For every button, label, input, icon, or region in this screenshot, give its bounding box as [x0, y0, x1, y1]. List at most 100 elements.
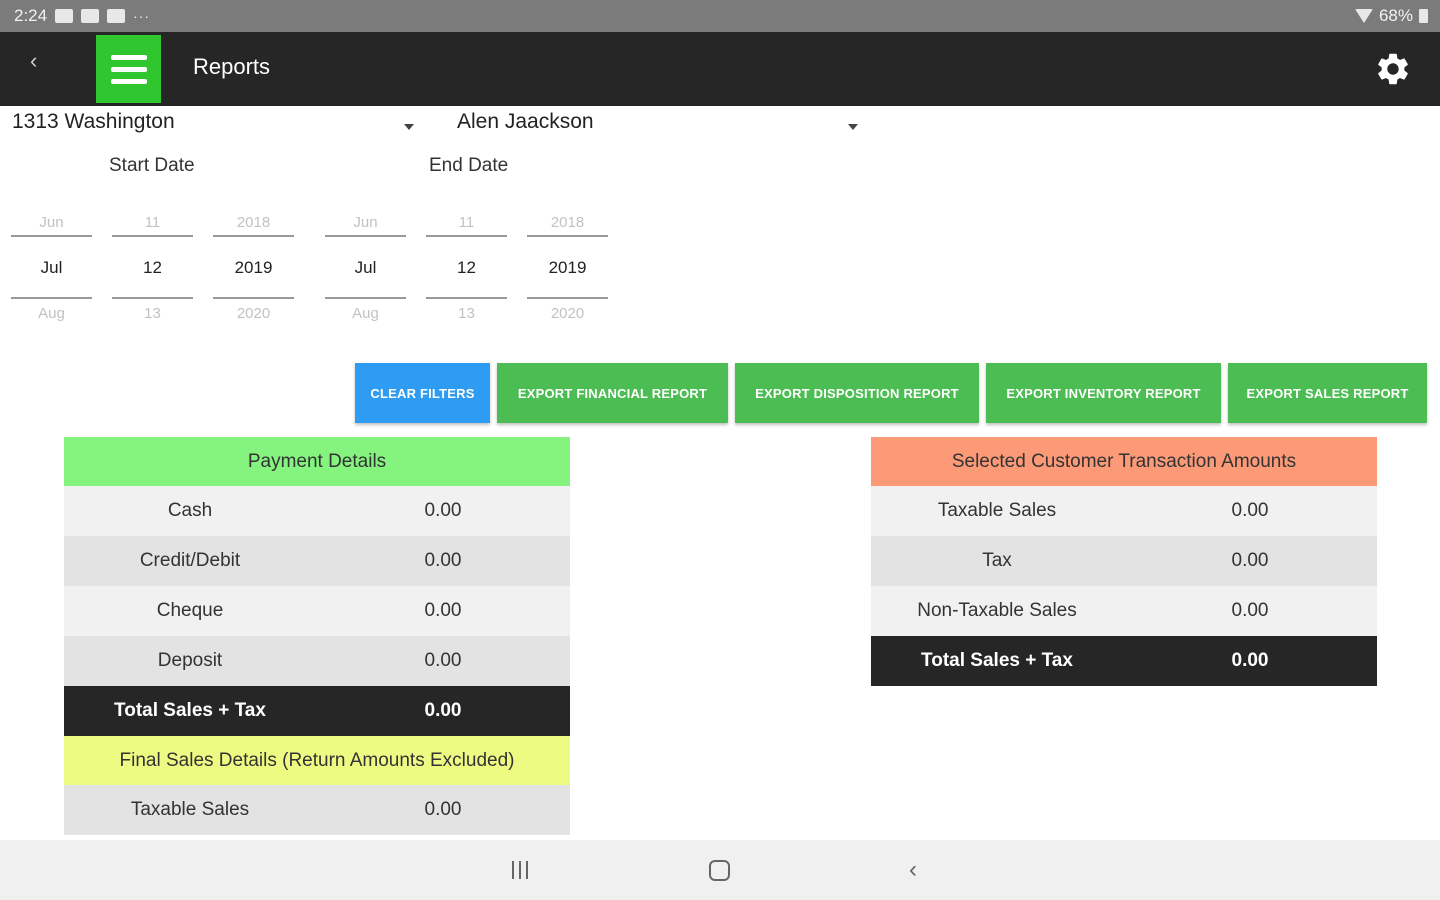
row-label: Taxable Sales — [130, 799, 250, 820]
row-value: 0.00 — [1231, 550, 1269, 571]
picker-divider — [426, 297, 507, 299]
picker-divider — [325, 235, 406, 237]
final-sales-header: Final Sales Details (Return Amounts Excl… — [64, 736, 570, 785]
recent-apps-icon[interactable] — [512, 861, 528, 879]
row-label: Cheque — [156, 600, 224, 621]
table-row: Taxable Sales 0.00 — [64, 785, 570, 835]
picker-divider — [213, 235, 294, 237]
picker-next-value[interactable]: Aug — [325, 305, 406, 322]
row-value: 0.00 — [424, 550, 462, 571]
home-icon[interactable] — [709, 860, 730, 881]
total-label: Total Sales + Tax — [114, 700, 266, 721]
customer-transaction-table: Selected Customer Transaction Amounts Ta… — [871, 437, 1377, 686]
status-time: 2:24 — [14, 6, 48, 25]
row-label: Deposit — [157, 650, 223, 671]
dropdown-caret-icon — [404, 124, 414, 130]
picker-next-value[interactable]: 2020 — [527, 305, 608, 322]
picker-prev-value[interactable]: 11 — [112, 214, 193, 231]
start-day-picker[interactable]: 11 12 13 — [112, 200, 193, 330]
picker-prev-value[interactable]: Jun — [11, 214, 92, 231]
row-value: 0.00 — [424, 600, 462, 621]
picker-divider — [527, 297, 608, 299]
row-label: Cash — [167, 500, 213, 521]
picker-next-value[interactable]: 13 — [426, 305, 507, 322]
total-value: 0.00 — [1231, 650, 1269, 671]
total-row: Total Sales + Tax 0.00 — [871, 636, 1377, 686]
dropdown-caret-icon — [848, 124, 858, 130]
picker-divider — [11, 297, 92, 299]
row-label: Tax — [982, 550, 1012, 571]
payment-details-table: Payment Details Cash 0.00 Credit/Debit 0… — [64, 437, 570, 835]
picker-current-value[interactable]: 12 — [112, 258, 193, 278]
export-inventory-report-button[interactable]: EXPORT INVENTORY REPORT — [986, 363, 1221, 423]
row-value: 0.00 — [1231, 600, 1269, 621]
app-bar: ‹ Reports — [0, 32, 1440, 106]
table-row: Deposit 0.00 — [64, 636, 570, 686]
picker-current-value[interactable]: Jul — [11, 258, 92, 278]
picker-divider — [325, 297, 406, 299]
row-value: 0.00 — [424, 500, 462, 521]
picker-divider — [426, 235, 507, 237]
picker-divider — [112, 297, 193, 299]
picker-next-value[interactable]: Aug — [11, 305, 92, 322]
picker-next-value[interactable]: 2020 — [213, 305, 294, 322]
customer-select[interactable]: Alen Jaackson — [457, 110, 861, 144]
status-left: 2:24 ··· — [14, 6, 150, 26]
row-label: Non-Taxable Sales — [917, 600, 1077, 621]
location-select[interactable]: 1313 Washington — [12, 110, 418, 144]
picker-divider — [213, 297, 294, 299]
table-row: Taxable Sales 0.00 — [871, 486, 1377, 536]
payment-details-header: Payment Details — [64, 437, 570, 486]
total-value: 0.00 — [424, 700, 462, 721]
picker-current-value[interactable]: Jul — [325, 258, 406, 278]
total-row: Total Sales + Tax 0.00 — [64, 686, 570, 736]
picker-current-value[interactable]: 2019 — [213, 258, 294, 278]
picker-next-value[interactable]: 13 — [112, 305, 193, 322]
row-label: Credit/Debit — [139, 550, 241, 571]
customer-transaction-header: Selected Customer Transaction Amounts — [871, 437, 1377, 486]
youtube-icon — [107, 9, 126, 23]
table-row: Tax 0.00 — [871, 536, 1377, 586]
row-value: 0.00 — [424, 799, 462, 820]
menu-icon[interactable] — [96, 35, 161, 103]
clear-filters-button[interactable]: CLEAR FILTERS — [355, 363, 490, 423]
picker-prev-value[interactable]: Jun — [325, 214, 406, 231]
system-status-bar: 2:24 ··· 68% — [0, 0, 1440, 32]
table-row: Non-Taxable Sales 0.00 — [871, 586, 1377, 636]
table-row: Cheque 0.00 — [64, 586, 570, 636]
gallery-icon — [81, 9, 100, 23]
image-icon — [55, 9, 74, 23]
nav-back-icon[interactable]: ‹ — [909, 858, 917, 882]
table-row: Cash 0.00 — [64, 486, 570, 536]
export-sales-report-button[interactable]: EXPORT SALES REPORT — [1228, 363, 1427, 423]
end-month-picker[interactable]: Jun Jul Aug — [325, 200, 406, 330]
row-value: 0.00 — [424, 650, 462, 671]
battery-icon — [1419, 9, 1428, 23]
end-year-picker[interactable]: 2018 2019 2020 — [527, 200, 608, 330]
export-disposition-report-button[interactable]: EXPORT DISPOSITION REPORT — [735, 363, 979, 423]
picker-prev-value[interactable]: 2018 — [527, 214, 608, 231]
battery-percent: 68% — [1378, 6, 1413, 25]
picker-current-value[interactable]: 12 — [426, 258, 507, 278]
end-date-label: End Date — [429, 155, 509, 176]
status-right: 68% — [1354, 6, 1428, 26]
row-value: 0.00 — [1231, 500, 1269, 521]
picker-current-value[interactable]: 2019 — [527, 258, 608, 278]
wifi-icon — [1354, 9, 1373, 23]
row-label: Taxable Sales — [937, 500, 1057, 521]
start-date-label: Start Date — [109, 155, 195, 176]
gear-icon[interactable] — [1374, 50, 1412, 88]
back-icon[interactable]: ‹ — [30, 50, 54, 74]
export-financial-report-button[interactable]: EXPORT FINANCIAL REPORT — [497, 363, 728, 423]
end-day-picker[interactable]: 11 12 13 — [426, 200, 507, 330]
picker-prev-value[interactable]: 2018 — [213, 214, 294, 231]
picker-prev-value[interactable]: 11 — [426, 214, 507, 231]
location-select-value: 1313 Washington — [12, 110, 175, 133]
status-more-dots: ··· — [133, 8, 151, 24]
customer-select-value: Alen Jaackson — [457, 110, 594, 133]
system-navigation-bar: ‹ — [0, 840, 1440, 900]
total-label: Total Sales + Tax — [921, 650, 1073, 671]
start-month-picker[interactable]: Jun Jul Aug — [11, 200, 92, 330]
picker-divider — [527, 235, 608, 237]
start-year-picker[interactable]: 2018 2019 2020 — [213, 200, 294, 330]
